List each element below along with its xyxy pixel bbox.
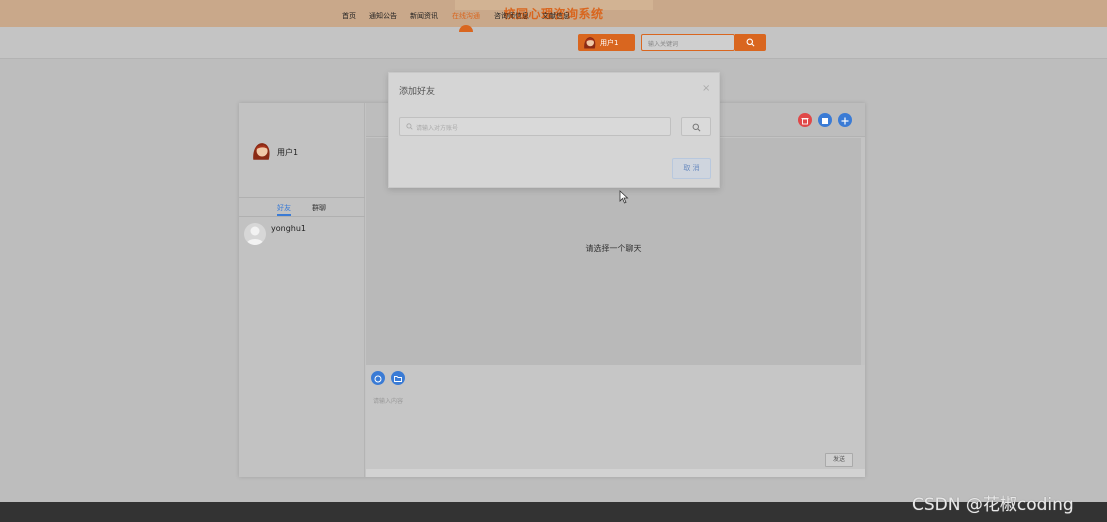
message-composer[interactable]: 请输入内容 发送 — [366, 365, 865, 477]
empty-chat-message: 请选择一个聊天 — [585, 244, 642, 253]
search-icon — [746, 38, 755, 47]
file-button[interactable] — [391, 371, 405, 385]
folder-icon — [394, 376, 402, 382]
nav-item-news[interactable]: 新闻资讯 — [410, 11, 438, 21]
dialog-search-button[interactable] — [681, 117, 711, 136]
search-icon — [406, 123, 413, 130]
friend-avatar — [244, 223, 266, 245]
account-search-placeholder: 请输入对方账号 — [416, 125, 459, 132]
account-search-input[interactable]: 请输入对方账号 — [399, 117, 671, 136]
user-placeholder-icon — [246, 226, 264, 245]
contacts-sidebar: 用户1 好友 群聊 yonghu1 — [239, 103, 365, 477]
nav-item-literature[interactable]: 文献信息 — [542, 11, 570, 21]
nav-bar — [0, 27, 1107, 59]
user-menu[interactable]: 用户1 — [578, 34, 635, 51]
close-icon[interactable]: × — [702, 83, 710, 94]
delete-button[interactable] — [798, 113, 812, 127]
dialog-title: 添加好友 — [399, 87, 436, 97]
nav-item-online-chat[interactable]: 在线沟通 — [452, 11, 480, 21]
nav-search-placeholder: 输入关键词 — [648, 41, 679, 48]
bottom-strip — [366, 469, 865, 477]
composer-placeholder: 请输入内容 — [373, 398, 404, 405]
nav-search-input[interactable]: 输入关键词 — [641, 34, 735, 51]
active-nav-indicator — [459, 25, 473, 32]
tab-friends[interactable]: 好友 — [277, 203, 291, 213]
emoji-button[interactable] — [371, 371, 385, 385]
emoji-icon — [374, 375, 382, 383]
nav-item-counselors[interactable]: 咨询师信息 — [494, 11, 529, 21]
group-button[interactable] — [818, 113, 832, 127]
delete-icon — [801, 118, 809, 125]
plus-icon — [841, 117, 849, 125]
friend-list-item[interactable]: yonghu1 — [244, 221, 362, 245]
tab-underline — [277, 214, 291, 216]
avatar — [584, 37, 596, 49]
tab-groups[interactable]: 群聊 — [312, 203, 326, 213]
add-friend-button[interactable] — [838, 113, 852, 127]
my-avatar — [253, 143, 270, 160]
watermark: CSDN @花椒coding — [912, 495, 1074, 515]
contact-tabs: 好友 群聊 — [239, 197, 365, 217]
add-friend-dialog: 添加好友 × 请输入对方账号 取 消 — [388, 72, 720, 188]
group-icon — [822, 118, 828, 124]
mouse-cursor-icon — [619, 190, 629, 204]
cancel-button[interactable]: 取 消 — [672, 158, 711, 179]
user-menu-label: 用户1 — [600, 39, 619, 47]
friend-name: yonghu1 — [271, 224, 307, 233]
nav-item-notices[interactable]: 通知公告 — [369, 11, 397, 21]
my-name: 用户1 — [277, 148, 299, 157]
nav-item-home[interactable]: 首页 — [342, 11, 356, 21]
search-icon — [692, 123, 701, 132]
nav-search-button[interactable] — [735, 34, 766, 51]
send-button[interactable]: 发送 — [825, 453, 853, 467]
